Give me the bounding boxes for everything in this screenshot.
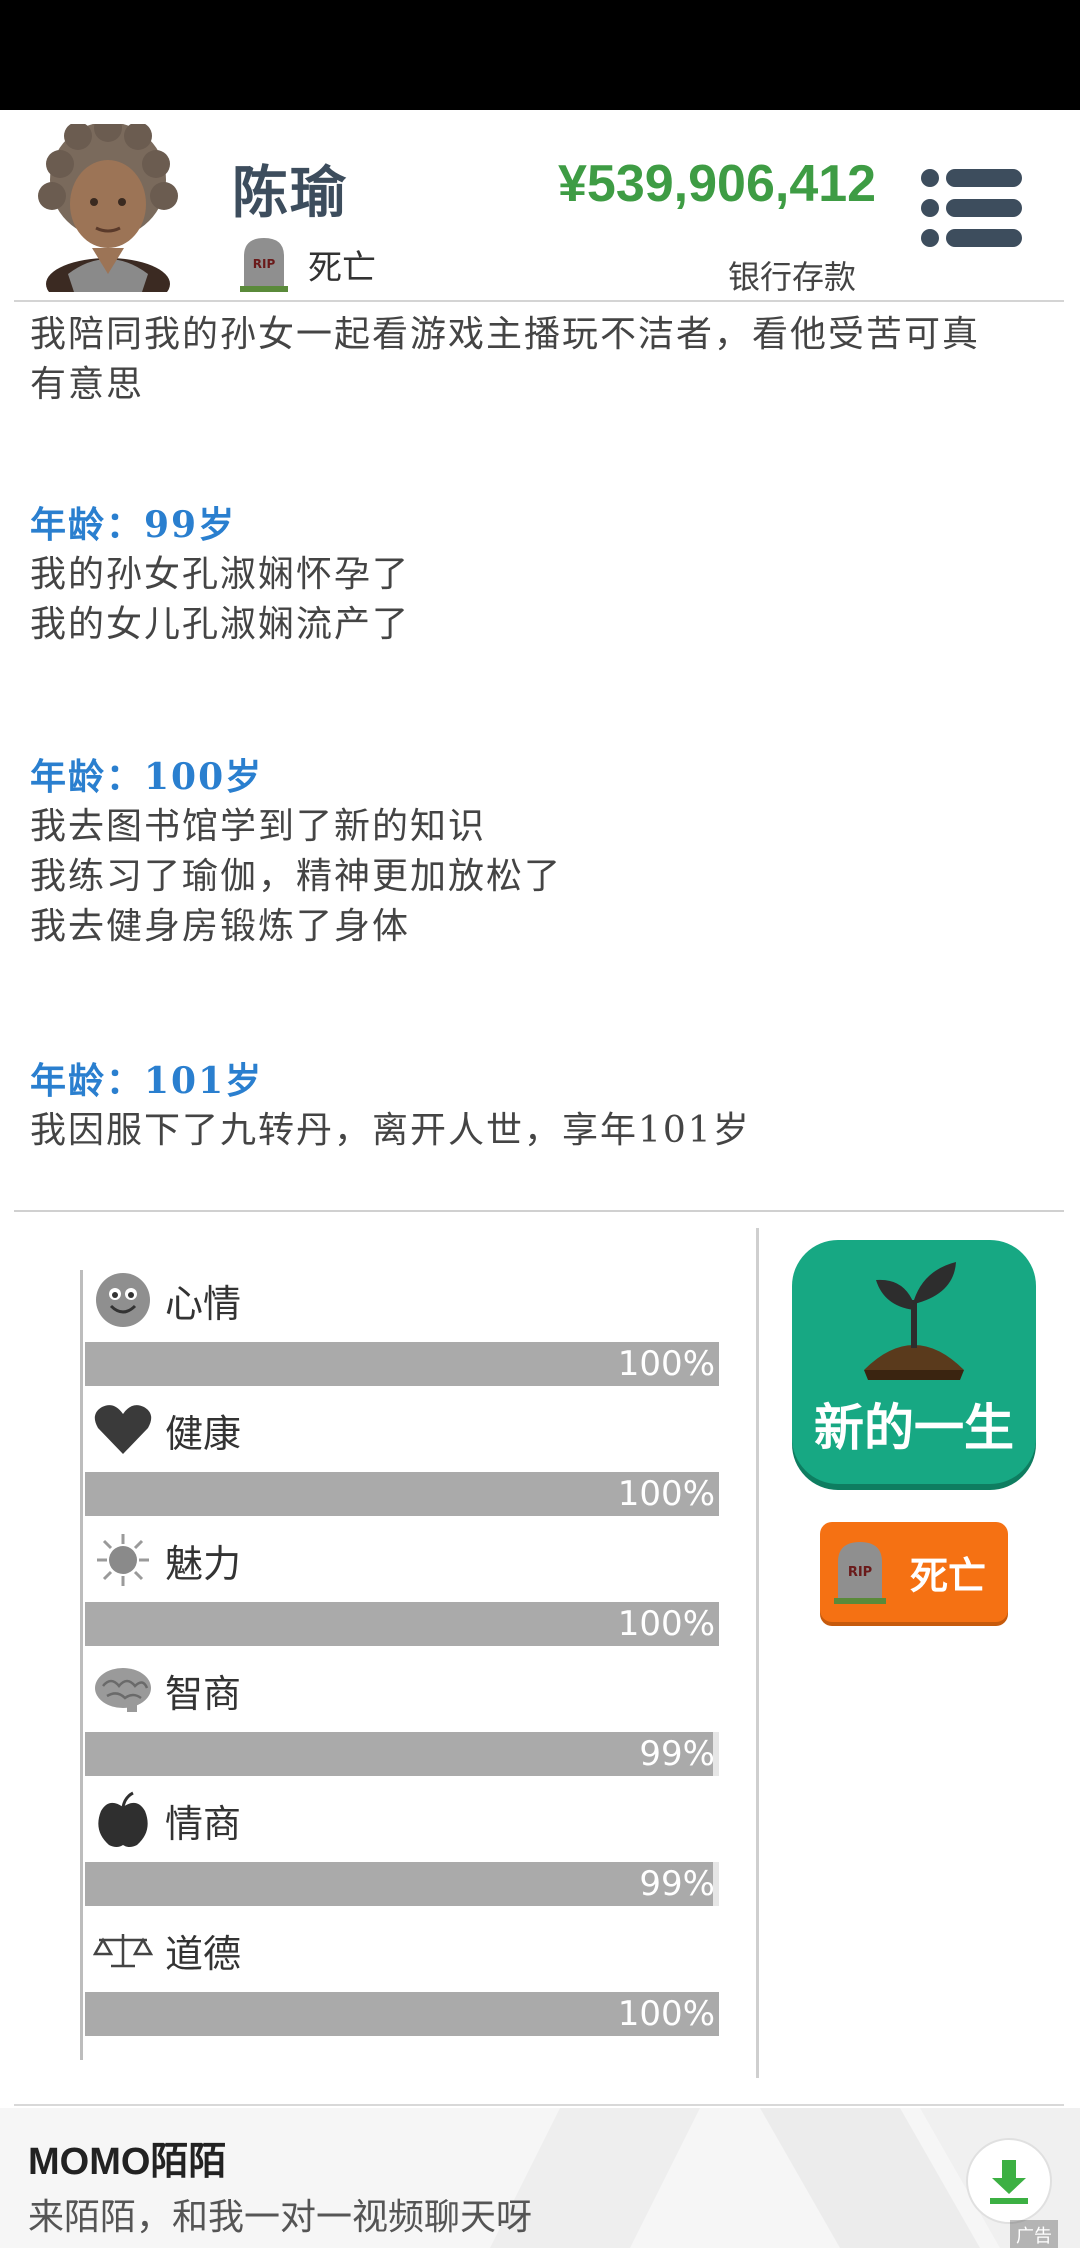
stat-label: 情商 — [165, 1801, 242, 1846]
download-button[interactable] — [966, 2138, 1052, 2224]
ad-divider — [14, 2104, 1064, 2106]
stat-label: 健康 — [165, 1411, 242, 1456]
avatar[interactable] — [38, 114, 178, 310]
brain-icon — [93, 1660, 153, 1720]
scales-icon — [93, 1920, 153, 1980]
ad-description: 来陌陌，和我一对一视频聊天呀 — [28, 2197, 533, 2238]
stat-label: 心情 — [165, 1281, 242, 1326]
stat-value: 99% — [639, 1864, 715, 1904]
log-divider — [14, 1210, 1064, 1212]
log-line: 有意思 — [30, 364, 145, 405]
character-name: 陈瑜 — [232, 161, 348, 226]
log-entry: 年龄：99岁 我的孙女孔淑娴怀孕了 我的女儿孔淑娴流产了 — [30, 500, 1060, 650]
stat-value: 100% — [617, 1344, 715, 1384]
log-line: 我去图书馆学到了新的知识 — [30, 806, 487, 847]
stat-bar: 100% — [85, 1602, 719, 1646]
stat-label: 智商 — [165, 1671, 242, 1716]
stat-label: 魅力 — [165, 1541, 242, 1586]
smiley-icon — [93, 1270, 153, 1330]
log-entry: 年龄：100岁 我去图书馆学到了新的知识 我练习了瑜伽，精神更加放松了 我去健身… — [30, 752, 1060, 952]
stat-morality: 道德 100% — [83, 1920, 723, 2050]
stat-bar: 100% — [85, 1992, 719, 2036]
age-heading: 年龄：100岁 — [30, 756, 264, 798]
tombstone-icon: RIP — [834, 1542, 886, 1604]
age-heading: 年龄：101岁 — [30, 1060, 264, 1102]
bank-balance-label: 银行存款 — [728, 258, 857, 296]
die-button[interactable]: RIP 死亡 — [820, 1522, 1008, 1622]
new-life-button[interactable]: 新的一生 — [792, 1240, 1036, 1484]
life-status: RIP 死亡 — [240, 234, 376, 294]
header: 陈瑜 RIP 死亡 ¥539,906,412 银行存款 — [0, 110, 1080, 310]
stat-bar: 99% — [85, 1732, 719, 1776]
ad-banner[interactable]: MOMO陌陌 来陌陌，和我一对一视频聊天呀 广告 — [0, 2108, 1080, 2248]
log-line: 我的女儿孔淑娴流产了 — [30, 604, 411, 645]
log-entry: 年龄：101岁 我因服下了九转丹，离开人世，享年101岁 — [30, 1056, 1060, 1156]
stat-bar-fill — [85, 1862, 713, 1906]
apple-icon — [93, 1790, 153, 1850]
stat-mood: 心情 100% — [83, 1270, 723, 1400]
log-line: 我去健身房锻炼了身体 — [30, 906, 411, 947]
stat-iq: 智商 99% — [83, 1660, 723, 1790]
panel-divider — [756, 1228, 759, 2078]
log-line: 我练习了瑜伽，精神更加放松了 — [30, 856, 563, 897]
stat-bar: 100% — [85, 1342, 719, 1386]
stat-value: 100% — [617, 1474, 715, 1514]
stat-bar-fill — [85, 1732, 713, 1776]
menu-button[interactable] — [920, 166, 1024, 250]
status-label: 死亡 — [308, 247, 376, 288]
new-life-label: 新的一生 — [814, 1399, 1014, 1457]
svg-text:RIP: RIP — [253, 257, 276, 271]
stat-value: 99% — [639, 1734, 715, 1774]
status-bar — [0, 0, 1080, 110]
sun-icon — [93, 1530, 153, 1590]
stat-value: 100% — [617, 1604, 715, 1644]
tombstone-icon: RIP — [240, 238, 288, 292]
stats-panel: 心情 100% 健康 100% 魅力 100% 智商 99% 情商 99% 道德… — [80, 1270, 720, 2060]
log-line: 我陪同我的孙女一起看游戏主播玩不洁者，看他受苦可真 — [30, 314, 981, 355]
log-line: 我因服下了九转丹，离开人世，享年101岁 — [30, 1110, 751, 1151]
ad-tag: 广告 — [1010, 2220, 1058, 2248]
log-line: 我的孙女孔淑娴怀孕了 — [30, 554, 411, 595]
sprout-icon — [864, 1262, 964, 1380]
bank-balance: ¥539,906,412 — [558, 155, 877, 213]
die-label: 死亡 — [910, 1553, 987, 1598]
stat-value: 100% — [617, 1994, 715, 2034]
header-divider — [14, 300, 1064, 302]
stat-label: 道德 — [165, 1931, 242, 1976]
stat-eq: 情商 99% — [83, 1790, 723, 1920]
age-heading: 年龄：99岁 — [30, 504, 237, 546]
menu-list-icon — [921, 169, 1022, 247]
heart-icon — [93, 1400, 153, 1460]
stat-bar: 100% — [85, 1472, 719, 1516]
svg-text:RIP: RIP — [848, 1565, 872, 1580]
ad-title: MOMO陌陌 — [28, 2141, 227, 2183]
stat-health: 健康 100% — [83, 1400, 723, 1530]
stat-bar: 99% — [85, 1862, 719, 1906]
download-icon — [990, 2160, 1028, 2204]
stat-charm: 魅力 100% — [83, 1530, 723, 1660]
